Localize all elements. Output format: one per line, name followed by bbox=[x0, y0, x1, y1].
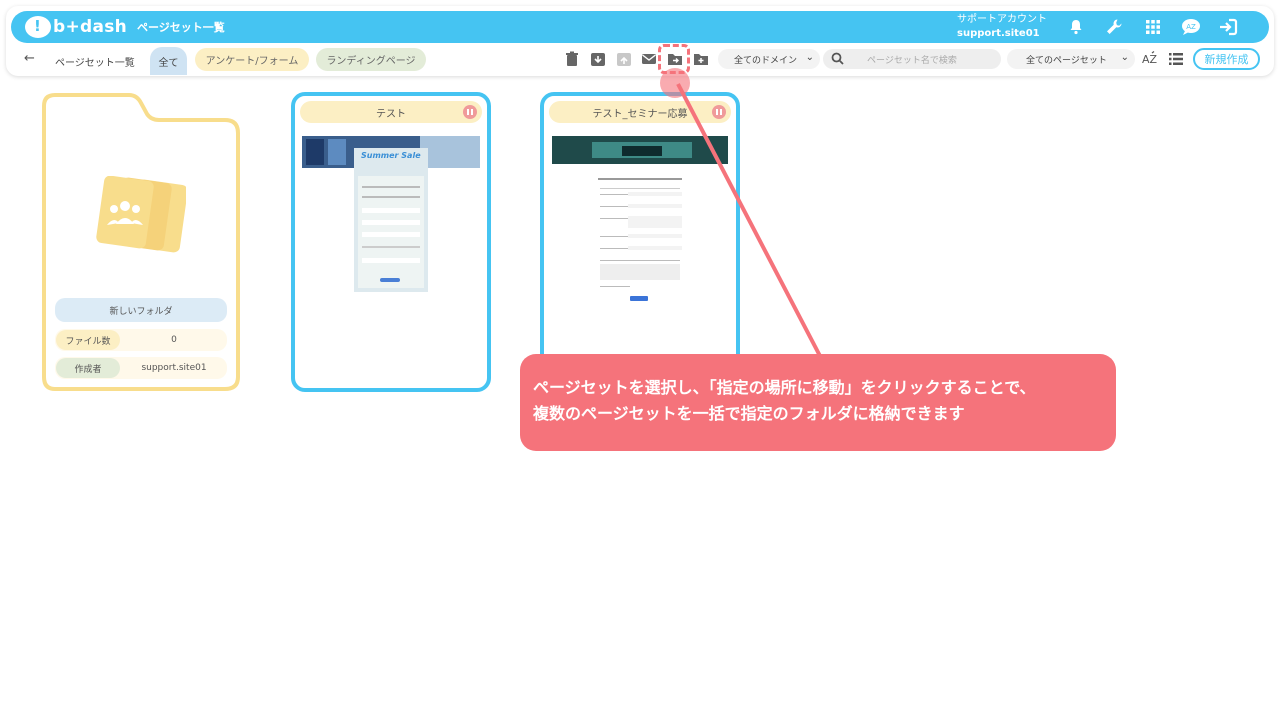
instruction-callout: ページセットを選択し、「指定の場所に移動」をクリックすることで、 複数のページセ… bbox=[520, 354, 1116, 451]
page: b+dash ページセット一覧 サポートアカウント support.site01… bbox=[0, 0, 1280, 720]
callout-line-1: ページセットを選択し、「指定の場所に移動」をクリックすることで、 bbox=[533, 378, 1036, 397]
callout-line-2: 複数のページセットを一括で指定のフォルダに格納できます bbox=[533, 404, 965, 423]
